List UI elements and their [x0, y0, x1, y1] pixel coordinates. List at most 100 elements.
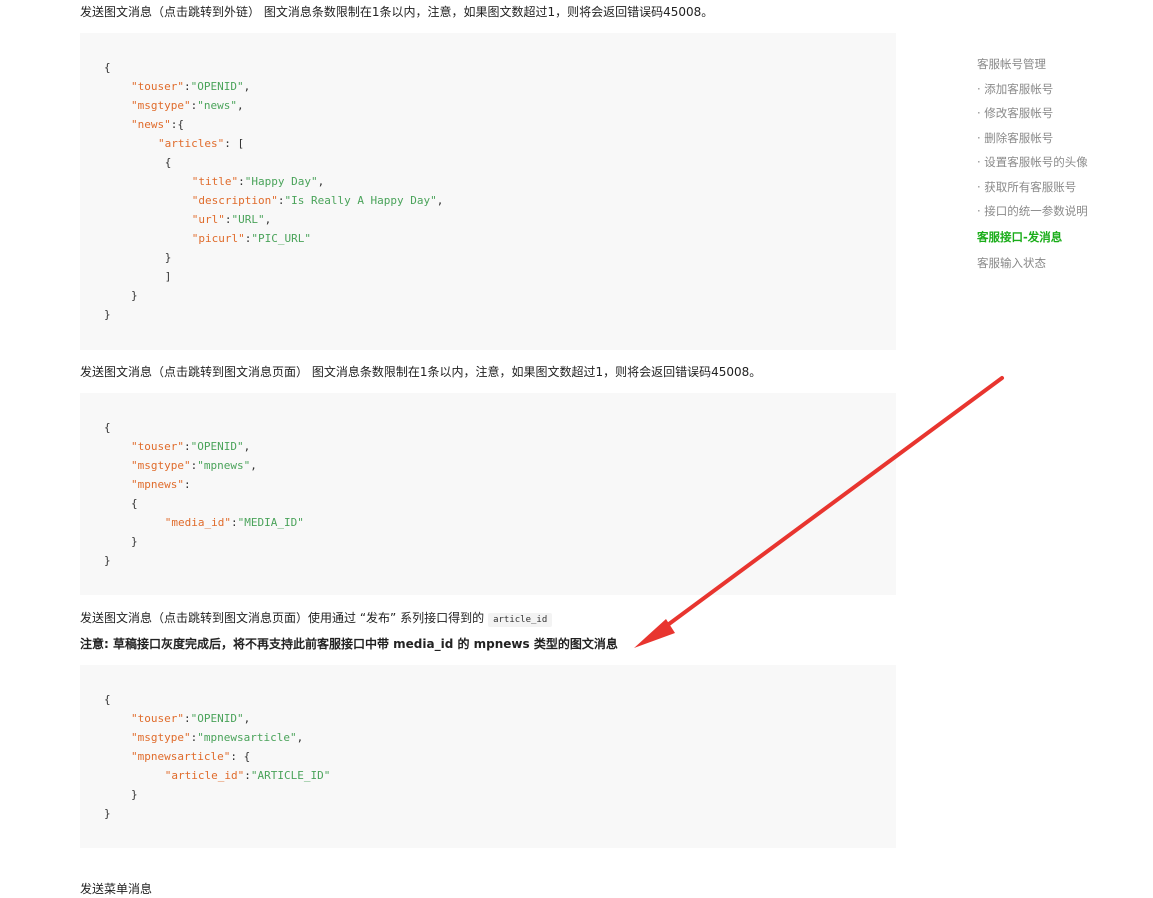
code-block-mpnews: {"touser":"OPENID", "msgtype":"mpnews", "m…: [80, 393, 896, 595]
code-key: "touser": [131, 712, 184, 725]
code-punct: {: [104, 61, 111, 74]
code-key: "articles": [158, 137, 225, 150]
code-line: {: [104, 418, 111, 437]
code-block-mpnewsarticle: {"touser":"OPENID", "msgtype":"mpnewsarti…: [80, 665, 896, 848]
code-punct: :: [183, 712, 191, 725]
code-line: "media_id":"MEDIA_ID": [165, 513, 304, 532]
code-line: "description":"Is Really A Happy Day",: [192, 191, 444, 210]
code-key: "msgtype": [131, 459, 191, 472]
code-key: "description": [191, 194, 278, 207]
code-line: "msgtype":"mpnews",: [131, 456, 257, 475]
code-key: "mpnewsarticle": [131, 750, 231, 763]
code-line: "articles": [: [158, 134, 244, 153]
toc-item[interactable]: · 获取所有客服账号: [977, 179, 1076, 195]
code-line: }: [104, 305, 111, 324]
code-line: {: [165, 153, 172, 172]
toc-item[interactable]: · 删除客服帐号: [977, 130, 1053, 146]
code-string: "OPENID": [190, 440, 244, 453]
code-key: "touser": [131, 440, 184, 453]
code-key: "news": [131, 118, 171, 131]
code-punct: :: [238, 175, 245, 188]
code-punct: ,: [243, 712, 251, 725]
code-string: "MEDIA_ID": [237, 516, 304, 529]
code-punct: ]: [164, 270, 172, 283]
code-punct: : [: [224, 137, 245, 150]
code-punct: :: [183, 478, 191, 491]
code-punct: ,: [296, 731, 304, 744]
code-key: "title": [191, 175, 239, 188]
code-punct: }: [104, 308, 111, 321]
code-key: "media_id": [164, 516, 231, 529]
code-punct: }: [131, 289, 138, 302]
code-line: }: [131, 286, 138, 305]
code-punct: {: [131, 497, 138, 510]
code-line: {: [104, 690, 111, 709]
code-punct: ,: [264, 213, 272, 226]
toc-item[interactable]: · 接口的统一参数说明: [977, 203, 1088, 219]
code-line: }: [131, 532, 138, 551]
code-punct: : {: [230, 750, 251, 763]
inline-code-article-id: article_id: [488, 613, 553, 627]
paragraph-menu-message: 发送菜单消息: [80, 882, 153, 896]
code-punct: }: [131, 535, 138, 548]
code-line: "mpnewsarticle": {: [131, 747, 250, 766]
code-punct: ,: [317, 175, 325, 188]
code-punct: {: [164, 156, 172, 169]
toc-item[interactable]: · 设置客服帐号的头像: [977, 154, 1088, 170]
code-line: ]: [165, 267, 172, 286]
toc-item[interactable]: 客服输入状态: [977, 255, 1046, 271]
code-key: "article_id": [164, 769, 245, 782]
code-line: "touser":"OPENID",: [131, 709, 250, 728]
code-line: "touser":"OPENID",: [131, 437, 250, 456]
note-deprecation: 注意: 草稿接口灰度完成后，将不再支持此前客服接口中带 media_id 的 m…: [80, 637, 618, 651]
arrow-head: [634, 619, 675, 648]
code-punct: :: [244, 769, 251, 782]
code-line: "mpnews":: [131, 475, 191, 494]
code-line: "msgtype":"mpnewsarticle",: [131, 728, 303, 747]
code-string: "PIC_URL": [251, 232, 311, 245]
code-punct: ,: [243, 440, 251, 453]
paragraph-mpnews: 发送图文消息（点击跳转到图文消息页面） 图文消息条数限制在1条以内，注意，如果图…: [80, 365, 762, 379]
paragraph-news-external: 发送图文消息（点击跳转到外链） 图文消息条数限制在1条以内，注意，如果图文数超过…: [80, 5, 714, 19]
code-line: "touser":"OPENID",: [131, 77, 250, 96]
paragraph-mpnewsarticle: 发送图文消息（点击跳转到图文消息页面）使用通过 “发布” 系列接口得到的 arti…: [80, 610, 553, 628]
code-punct: }: [131, 788, 138, 801]
code-string: "OPENID": [190, 80, 244, 93]
code-punct: ,: [236, 99, 244, 112]
paragraph-mpnewsarticle-text: 发送图文消息（点击跳转到图文消息页面）使用通过 “发布” 系列接口得到的: [80, 611, 485, 625]
code-string: "Happy Day": [244, 175, 318, 188]
code-key: "url": [191, 213, 225, 226]
code-punct: :: [183, 440, 191, 453]
code-punct: ,: [250, 459, 257, 472]
code-key: "msgtype": [131, 99, 191, 112]
code-punct: {: [104, 693, 111, 706]
code-string: "Is Really A Happy Day": [284, 194, 437, 207]
code-punct: :: [230, 516, 238, 529]
code-line: }: [104, 551, 111, 570]
code-punct: :: [224, 213, 232, 226]
code-block-news: {"touser":"OPENID", "msgtype":"news", "new…: [80, 33, 896, 350]
code-line: "picurl":"PIC_URL": [192, 229, 311, 248]
code-line: "title":"Happy Day",: [192, 172, 324, 191]
code-punct: }: [164, 251, 172, 264]
toc-item[interactable]: 客服接口-发消息: [977, 229, 1062, 245]
code-line: "url":"URL",: [192, 210, 272, 229]
code-punct: ,: [243, 80, 251, 93]
code-line: "news":{: [131, 115, 184, 134]
code-line: }: [131, 785, 138, 804]
code-key: "picurl": [191, 232, 245, 245]
code-string: "ARTICLE_ID": [250, 769, 331, 782]
code-line: }: [165, 248, 172, 267]
code-string: "mpnews": [197, 459, 251, 472]
code-string: "OPENID": [190, 712, 244, 725]
code-punct: ,: [436, 194, 444, 207]
toc-item[interactable]: · 修改客服帐号: [977, 105, 1053, 121]
code-string: "URL": [231, 213, 265, 226]
code-punct: {: [104, 421, 111, 434]
toc-item[interactable]: · 添加客服帐号: [977, 81, 1053, 97]
code-line: }: [104, 804, 111, 823]
code-string: "mpnewsarticle": [197, 731, 297, 744]
toc-item[interactable]: 客服帐号管理: [977, 56, 1046, 72]
code-punct: :: [183, 80, 191, 93]
code-key: "touser": [131, 80, 184, 93]
